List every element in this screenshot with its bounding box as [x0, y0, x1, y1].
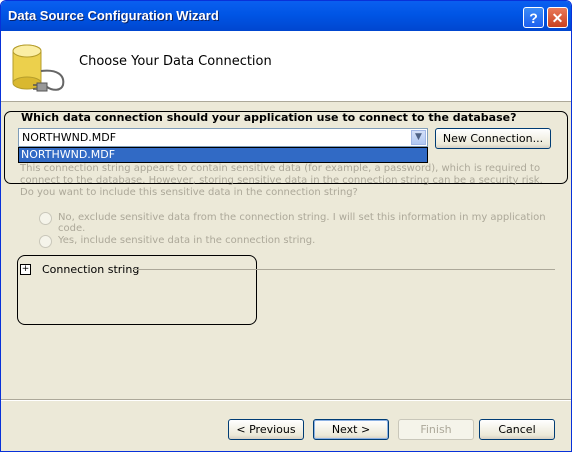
database-icon	[12, 44, 65, 92]
title-bar[interactable]: Data Source Configuration Wizard ? ✕	[1, 1, 571, 31]
plus-icon[interactable]: +	[20, 264, 31, 275]
include-sensitive-radio[interactable]	[39, 235, 52, 248]
wizard-header: Choose Your Data Connection	[1, 31, 571, 102]
connection-combobox[interactable]: NORTHWND.MDF ▼	[18, 128, 428, 147]
exclude-sensitive-label: No, exclude sensitive data from the conn…	[58, 212, 546, 234]
exclude-sensitive-radio[interactable]	[39, 212, 52, 225]
chevron-down-icon[interactable]: ▼	[411, 130, 426, 145]
finish-button[interactable]: Finish	[398, 419, 474, 440]
close-button[interactable]: ✕	[547, 7, 568, 28]
footer-divider	[1, 399, 571, 401]
connection-question-label: Which data connection should your applic…	[21, 111, 517, 124]
cancel-button[interactable]: Cancel	[479, 419, 555, 440]
include-sensitive-label: Yes, include sensitive data in the conne…	[58, 235, 316, 246]
connection-string-divider	[133, 269, 555, 270]
next-button[interactable]: Next >	[313, 419, 389, 440]
new-connection-button[interactable]: New Connection...	[435, 128, 551, 149]
connection-string-label[interactable]: Connection string	[42, 263, 139, 276]
help-button[interactable]: ?	[523, 7, 544, 28]
window-title: Data Source Configuration Wizard	[8, 8, 219, 23]
connection-selected-value: NORTHWND.MDF	[22, 131, 117, 144]
sensitive-data-info: This connection string appears to contai…	[20, 163, 543, 198]
connection-option-northwnd[interactable]: NORTHWND.MDF	[19, 148, 427, 162]
connection-dropdown-list: NORTHWND.MDF	[18, 147, 428, 163]
wizard-window: Data Source Configuration Wizard ? ✕ Cho…	[0, 0, 572, 452]
page-title: Choose Your Data Connection	[79, 54, 272, 69]
previous-button[interactable]: < Previous	[228, 419, 304, 440]
